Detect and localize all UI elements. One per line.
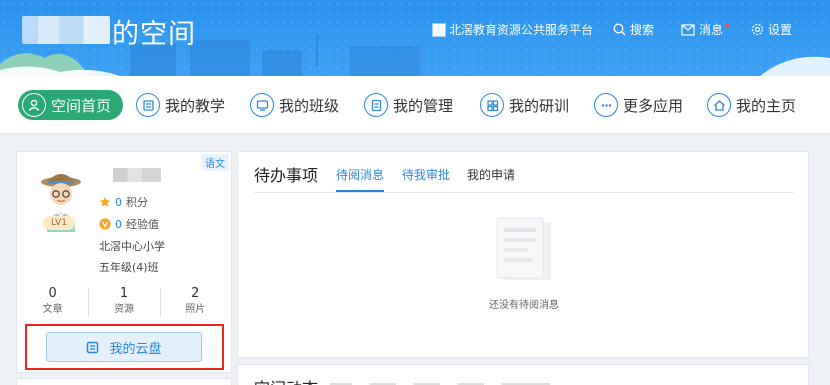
- space-dynamics-panel: 空间动态: [237, 364, 809, 385]
- header-banner: 的空间 北滘教育资源公共服务平台 搜索 消息 设置: [0, 0, 830, 76]
- username-blurred: [113, 168, 161, 182]
- star-icon: [99, 196, 111, 207]
- class-name: 五年级(4)班: [99, 261, 159, 274]
- stat-label: 照片: [185, 304, 206, 315]
- nav-space-home[interactable]: 空间首页: [18, 90, 124, 120]
- nav-label: 更多应用: [623, 96, 684, 115]
- platform-logo-icon: [432, 22, 446, 37]
- monitor-icon: [250, 93, 274, 117]
- settings-label: 设置: [768, 23, 793, 37]
- nav-label: 我的管理: [393, 96, 454, 115]
- search-label: 搜索: [630, 23, 655, 37]
- nav-my-homepage[interactable]: 我的主页: [707, 90, 796, 120]
- grid-icon: [480, 93, 504, 117]
- stat-label: 文章: [42, 304, 63, 315]
- home-icon: [707, 93, 731, 117]
- school-name: 北滘中心小学: [99, 240, 165, 253]
- exp-row: 0 经验值: [99, 216, 159, 232]
- unread-dot: [725, 23, 730, 28]
- stat-value: 0: [48, 286, 57, 301]
- left-lower-card: [16, 378, 232, 385]
- stat-resources[interactable]: 1 资源: [88, 285, 159, 323]
- tab-unread-messages[interactable]: 待阅消息: [336, 166, 385, 192]
- nav-my-management[interactable]: 我的管理: [364, 90, 453, 120]
- nav-my-training[interactable]: 我的研训: [480, 90, 569, 120]
- tab-my-applications[interactable]: 我的申请: [467, 166, 515, 190]
- tab-divider: [254, 192, 794, 193]
- nav-label: 我的研训: [509, 96, 570, 115]
- stat-value: 2: [191, 286, 200, 301]
- todo-panel: 待办事项 待阅消息 待我审批 我的申请 还没有待阅消息: [237, 151, 809, 358]
- nav-label: 我的主页: [736, 96, 797, 115]
- my-cloud-label: 我的云盘: [109, 341, 162, 357]
- points-row: 0 积分: [99, 194, 148, 210]
- space-title: 的空间: [112, 19, 196, 50]
- cloud-drive-icon: [87, 341, 99, 353]
- subject-tag: 语文: [201, 154, 229, 171]
- stat-value: 1: [119, 286, 129, 301]
- tab-pending-approval[interactable]: 待我审批: [402, 166, 450, 190]
- profile-card: 语文 LV1 0 积分 0 经验值 北滘中心小学 五年级(4)班 0 文章 1 …: [16, 151, 232, 373]
- points-label: 积分: [126, 196, 148, 209]
- messages-label: 消息: [699, 23, 724, 37]
- book-icon: [136, 93, 160, 117]
- document-icon: [364, 93, 388, 117]
- level-badge: LV1: [43, 216, 75, 230]
- cloud-highlight-box: 我的云盘: [25, 324, 224, 370]
- nav-my-class[interactable]: 我的班级: [250, 90, 339, 120]
- exp-label: 经验值: [126, 218, 159, 231]
- settings-button[interactable]: 设置: [751, 21, 792, 38]
- profile-stats: 0 文章 1 资源 2 照片: [17, 285, 231, 323]
- user-icon: [22, 93, 46, 117]
- exp-value: 0: [115, 217, 122, 231]
- nav-my-teaching[interactable]: 我的教学: [136, 90, 225, 120]
- username-blurred: [22, 16, 110, 44]
- points-value: 0: [115, 195, 122, 209]
- stat-photos[interactable]: 2 照片: [159, 285, 231, 323]
- dynamics-heading: 空间动态: [254, 375, 318, 385]
- mail-icon: [681, 23, 695, 36]
- gear-icon: [751, 23, 764, 36]
- nav-label: 我的教学: [165, 96, 226, 115]
- platform-link-label: 北滘教育资源公共服务平台: [449, 23, 594, 37]
- nav-label: 空间首页: [51, 96, 112, 115]
- stat-label: 资源: [113, 304, 134, 315]
- search-button[interactable]: 搜索: [613, 21, 654, 38]
- todo-heading: 待办事项: [254, 166, 319, 185]
- empty-state-text: 还没有待阅消息: [489, 300, 559, 311]
- my-cloud-button[interactable]: 我的云盘: [46, 332, 202, 362]
- search-icon: [613, 23, 626, 36]
- more-icon: [594, 93, 618, 117]
- platform-link[interactable]: 北滘教育资源公共服务平台: [432, 21, 593, 38]
- exp-badge-icon: [99, 218, 111, 230]
- empty-document-icon: [496, 217, 551, 280]
- nav-more-apps[interactable]: 更多应用: [594, 90, 683, 120]
- nav-label: 我的班级: [279, 96, 340, 115]
- main-nav: 空间首页 我的教学 我的班级 我的管理 我的研训 更多应用 我的主页: [0, 76, 830, 134]
- stat-articles[interactable]: 0 文章: [17, 285, 88, 323]
- messages-button[interactable]: 消息: [681, 21, 730, 38]
